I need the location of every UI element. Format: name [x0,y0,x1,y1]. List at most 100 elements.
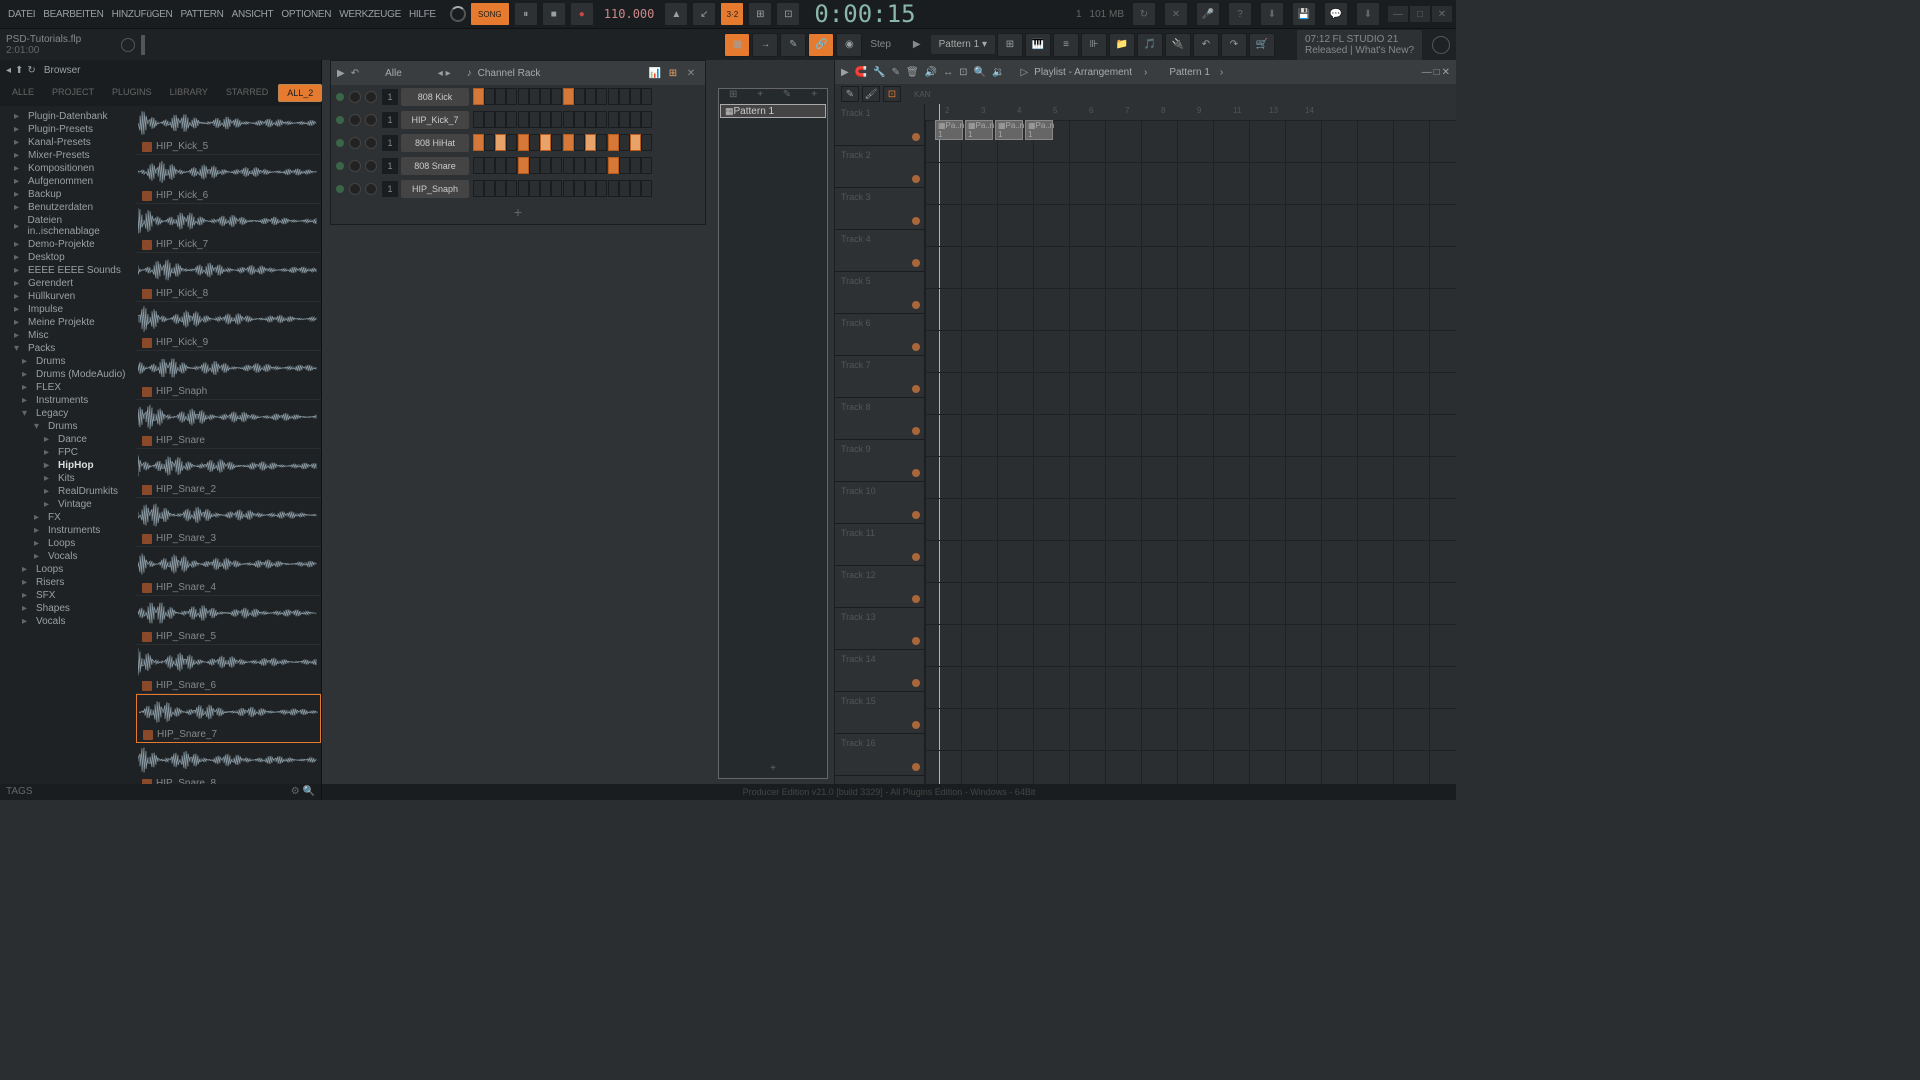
menu-datei[interactable]: DATEI [4,9,39,20]
tree-item[interactable]: ▾Packs [0,342,136,355]
play-icon[interactable] [142,534,152,544]
channel-led[interactable] [336,139,344,147]
play-icon[interactable] [142,632,152,642]
tree-item[interactable]: ▸RealDrumkits [0,485,136,498]
sample-item[interactable]: HIP_Kick_9 [136,302,321,351]
step-button[interactable] [518,180,529,197]
tree-item[interactable]: ▸Vintage [0,498,136,511]
sample-item[interactable]: HIP_Snare_2 [136,449,321,498]
track-header[interactable]: Track 13 [835,608,924,650]
step-button[interactable] [506,111,517,128]
tree-item[interactable]: ▸Vocals [0,615,136,628]
tree-item[interactable]: ▸Kanal-Presets [0,136,136,149]
tree-item[interactable]: ▸Misc [0,329,136,342]
pattern-add-bottom[interactable]: + [719,759,827,778]
menu-ansicht[interactable]: ANSICHT [228,9,278,20]
track-mute[interactable] [912,175,920,183]
step-button[interactable] [506,157,517,174]
bpm-display[interactable]: 110.000 [598,5,661,23]
step-button[interactable] [518,134,529,151]
vol-knob[interactable] [365,160,377,172]
cr-wave-icon[interactable]: ♪ [467,68,472,79]
shop-button[interactable]: 🛒 [1249,33,1275,57]
browser-button[interactable]: 📁 [1109,33,1135,57]
playlist-grid[interactable]: 23456789111314 ▦Pa..n 1▦Pa..n 1▦Pa..n 1▦… [925,104,1456,800]
channel-rack-button[interactable]: ≡ [1053,33,1079,57]
arrangement-name[interactable]: Pattern 1 [1169,67,1210,78]
pan-knob[interactable] [349,114,361,126]
step-button[interactable] [518,88,529,105]
pattern-selector[interactable]: Pattern 1 ▾ [931,35,995,54]
step-button[interactable] [608,180,619,197]
playlist-button[interactable]: ⊞ [997,33,1023,57]
pl-paint-tool[interactable]: 🖌 [862,86,880,102]
close-button[interactable]: ✕ [1432,6,1452,22]
sample-item[interactable]: HIP_Kick_5 [136,106,321,155]
channel-name[interactable]: 808 HiHat [401,134,469,152]
pl-tool3-icon[interactable]: 🗑 [906,67,919,78]
track-mute[interactable] [912,469,920,477]
tree-item[interactable]: ▸Hüllkurven [0,290,136,303]
stop-button[interactable]: ■ [542,2,566,26]
step-button[interactable] [495,134,506,151]
pattern-button[interactable]: ▦ [724,33,750,57]
channel-filter[interactable]: Alle [385,68,402,79]
step-button[interactable] [529,180,540,197]
browser-tab-alle[interactable]: ALLE [4,84,42,102]
sample-item[interactable]: HIP_Kick_7 [136,204,321,253]
track-header[interactable]: Track 5 [835,272,924,314]
track-header[interactable]: Track 7 [835,356,924,398]
channel-name[interactable]: 808 Snare [401,157,469,175]
track-header[interactable]: Track 2 [835,146,924,188]
sample-list[interactable]: HIP_Kick_5HIP_Kick_6HIP_Kick_7HIP_Kick_8… [136,106,321,784]
channel-number[interactable]: 1 [382,112,398,128]
pan-knob[interactable] [349,160,361,172]
tree-item[interactable]: ▸Gerendert [0,277,136,290]
step-button[interactable] [473,111,484,128]
tree-item[interactable]: ▸FLEX [0,381,136,394]
step-button[interactable] [596,157,607,174]
track-mute[interactable] [912,301,920,309]
pl-select-tool[interactable]: ⊡ [883,86,901,102]
track-header[interactable]: Track 6 [835,314,924,356]
sample-item[interactable]: HIP_Snare_6 [136,645,321,694]
tree-item[interactable]: ▸Desktop [0,251,136,264]
pl-max-icon[interactable]: □ [1434,67,1440,78]
play-icon[interactable] [142,681,152,691]
menu-hilfe[interactable]: HILFE [405,9,440,20]
step-button[interactable] [540,111,551,128]
tree-item[interactable]: ▸Kompositionen [0,162,136,175]
pan-knob[interactable] [349,183,361,195]
cr-menu-icon[interactable]: ▶ [337,68,345,79]
vol-knob[interactable] [365,137,377,149]
tree-item[interactable]: ▾Drums [0,420,136,433]
step-button[interactable] [484,157,495,174]
sample-item[interactable]: HIP_Snare_3 [136,498,321,547]
step-button[interactable] [574,134,585,151]
wait-input-button[interactable]: ↙ [692,2,716,26]
sample-item[interactable]: HIP_Snare_8 [136,743,321,784]
track-header[interactable]: Track 10 [835,482,924,524]
track-header[interactable]: Track 3 [835,188,924,230]
step-button[interactable] [630,134,641,151]
sample-item[interactable]: HIP_Snare_7 [136,694,321,743]
tree-item[interactable]: ▸Shapes [0,602,136,615]
menu-optionen[interactable]: OPTIONEN [277,9,335,20]
step-button[interactable] [630,157,641,174]
track-mute[interactable] [912,427,920,435]
pl-draw-tool[interactable]: ✎ [841,86,859,102]
step-button[interactable] [619,157,630,174]
play-icon[interactable] [142,191,152,201]
channel-number[interactable]: 1 [382,181,398,197]
playlist-clip[interactable]: ▦Pa..n 1 [965,120,993,140]
tree-item[interactable]: ▸Plugin-Presets [0,123,136,136]
play-icon[interactable] [142,240,152,250]
tree-item[interactable]: ▸Loops [0,563,136,576]
track-header[interactable]: Track 14 [835,650,924,692]
step-button[interactable] [608,157,619,174]
step-button[interactable] [630,88,641,105]
sample-item[interactable]: HIP_Snaph [136,351,321,400]
step-button[interactable] [540,134,551,151]
search-icon[interactable]: 🔍 [303,786,315,797]
step-button[interactable] [608,134,619,151]
